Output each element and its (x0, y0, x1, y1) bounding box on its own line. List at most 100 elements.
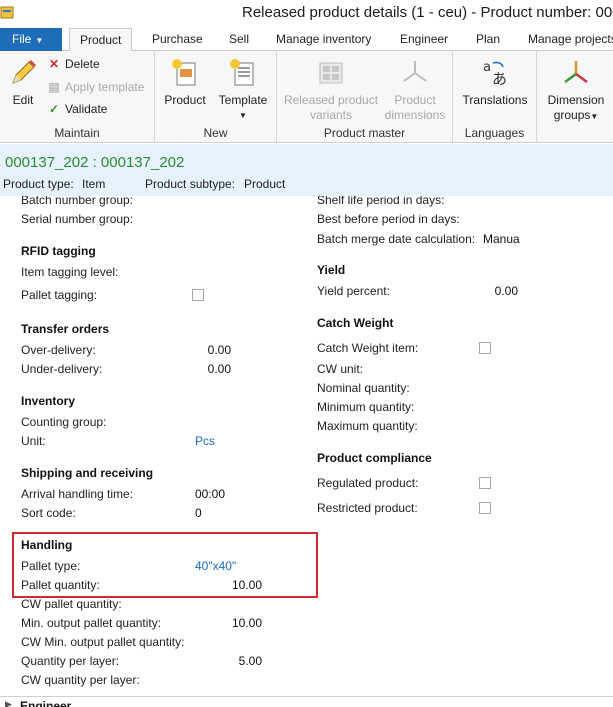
over-delivery-label: Over-delivery: (21, 343, 96, 357)
cw-quantity-per-layer-label: CW quantity per layer: (21, 673, 140, 687)
section-divider (0, 696, 613, 697)
best-before-label: Best before period in days: (317, 212, 460, 226)
regulated-product-checkbox[interactable] (479, 477, 491, 489)
window-title: Released product details (1 - ceu) - Pro… (242, 4, 613, 21)
arrival-handling-time-value[interactable]: 00:00 (195, 487, 225, 501)
tab-plan[interactable]: Plan (476, 28, 500, 51)
batch-merge-date-label: Batch merge date calculation: (317, 232, 476, 246)
tab-manage-inventory[interactable]: Manage inventory (276, 28, 371, 51)
cw-pallet-quantity-label: CW pallet quantity: (21, 597, 122, 611)
section-engineer-header[interactable]: Engineer (20, 699, 71, 707)
product-type-label: Product type: (3, 177, 74, 191)
edit-button[interactable]: Edit (4, 57, 42, 108)
checkmark-icon: ✓ (48, 102, 60, 116)
variants-grid-icon (319, 62, 343, 84)
quantity-per-layer-label: Quantity per layer: (21, 654, 120, 668)
tab-sell[interactable]: Sell (229, 28, 249, 51)
group-maintain: Edit ✕ Delete ▤ Apply template ✓ Validate M… (0, 51, 155, 143)
group-label-new: New (203, 126, 228, 140)
template-doc-icon: ▤ (48, 80, 60, 94)
file-menu-tab[interactable]: File ▼ (0, 28, 62, 51)
min-output-pallet-quantity-label: Min. output pallet quantity: (21, 616, 162, 630)
restricted-product-label: Restricted product: (317, 501, 418, 515)
product-dimensions-label-2: dimensions (384, 108, 446, 122)
product-dimensions-button[interactable]: Product dimensions (381, 57, 449, 123)
unit-label: Unit: (21, 434, 46, 448)
dimensions-axis-icon (403, 61, 427, 82)
svg-text:a: a (483, 60, 491, 75)
serial-number-group-label: Serial number group: (21, 212, 134, 226)
product-type-value: Item (82, 177, 106, 191)
validate-button[interactable]: ✓ Validate (47, 102, 108, 116)
group-product-master: Released product variants Product dimens… (277, 51, 453, 143)
batch-number-group-label: Batch number group: (21, 196, 134, 207)
group-label-languages: Languages (464, 126, 525, 140)
pallet-tagging-label: Pallet tagging: (21, 288, 98, 302)
group-label-maintain: Maintain (54, 126, 100, 140)
yield-percent-value[interactable]: 0.00 (470, 284, 518, 298)
restricted-product-checkbox[interactable] (479, 502, 491, 514)
dimension-groups-button[interactable]: Dimension groups▼ (541, 57, 611, 124)
released-variants-button[interactable]: Released product variants (281, 57, 381, 123)
tab-engineer[interactable]: Engineer (400, 28, 448, 51)
sort-code-value[interactable]: 0 (195, 506, 202, 520)
form-content: Batch number group: Serial number group:… (0, 196, 613, 707)
unit-value-link[interactable]: Pcs (195, 434, 215, 448)
maximum-quantity-label: Maximum quantity: (317, 419, 418, 433)
section-shipping-receiving: Shipping and receiving (21, 466, 154, 480)
shelf-life-label: Shelf life period in days: (317, 196, 445, 207)
under-delivery-value[interactable]: 0.00 (180, 362, 231, 376)
delete-x-icon: ✕ (48, 57, 60, 71)
section-transfer-orders: Transfer orders (21, 322, 110, 336)
handling-highlight-box (12, 532, 318, 598)
regulated-product-label: Regulated product: (317, 476, 419, 490)
new-template-label: Template (218, 93, 268, 107)
batch-merge-date-value[interactable]: Manua (483, 232, 520, 246)
apply-template-button[interactable]: ▤ Apply template (47, 80, 144, 94)
translations-button[interactable]: a あ Translations (457, 57, 533, 108)
new-product-label: Product (164, 93, 206, 107)
catch-weight-item-checkbox[interactable] (479, 342, 491, 354)
cw-unit-label: CW unit: (317, 362, 364, 376)
new-template-button[interactable]: Template ▼ (215, 57, 271, 123)
cw-min-output-pallet-quantity-label: CW Min. output pallet quantity: (21, 635, 185, 649)
delete-button[interactable]: ✕ Delete (47, 57, 100, 71)
tab-product[interactable]: Product (69, 28, 133, 52)
arrival-handling-time-label: Arrival handling time: (21, 487, 134, 501)
title-bar: Released product details (1 - ceu) - Pro… (0, 0, 613, 28)
svg-text:あ: あ (492, 70, 507, 88)
section-catch-weight: Catch Weight (317, 316, 394, 330)
product-subtype-value: Product (244, 177, 286, 191)
section-yield: Yield (317, 263, 346, 277)
nominal-quantity-label: Nominal quantity: (317, 381, 410, 395)
group-new: Product Template ▼ New (155, 51, 277, 143)
expand-arrow-icon[interactable]: ▶ (5, 699, 12, 707)
tab-manage-projects[interactable]: Manage projects (528, 28, 613, 51)
file-tab-label: File (12, 32, 32, 46)
product-dimensions-label-1: Product (394, 93, 436, 107)
quantity-per-layer-value[interactable]: 5.00 (210, 654, 262, 668)
delete-label: Delete (65, 57, 100, 71)
chevron-down-icon: ▼ (239, 111, 247, 120)
record-header: 000137_202 : 000137_202 Product type: It… (0, 144, 613, 196)
new-product-button[interactable]: Product (161, 57, 209, 108)
ribbon-tabs: File ▼ Product Purchase Sell Manage inven… (0, 28, 613, 52)
pallet-tagging-checkbox[interactable] (192, 289, 204, 301)
chevron-down-icon: ▼ (590, 112, 599, 121)
tab-purchase[interactable]: Purchase (152, 28, 203, 51)
min-output-pallet-quantity-value[interactable]: 10.00 (210, 616, 262, 630)
group-languages: a あ Translations Languages (453, 51, 537, 143)
released-variants-label-2: variants (309, 108, 353, 122)
section-inventory: Inventory (21, 394, 76, 408)
chevron-down-icon: ▼ (35, 36, 44, 45)
dimension-groups-label-2-text: groups (553, 108, 591, 122)
over-delivery-value[interactable]: 0.00 (180, 343, 231, 357)
item-tagging-level-label: Item tagging level: (21, 265, 119, 279)
counting-group-label: Counting group: (21, 415, 107, 429)
record-title: 000137_202 : 000137_202 (5, 154, 185, 171)
edit-label: Edit (12, 93, 34, 107)
group-label-product-master: Product master (323, 126, 406, 140)
translation-icon: a あ (483, 60, 507, 88)
dimension-groups-icon (564, 61, 588, 84)
group-dimension: Dimension groups▼ (537, 51, 613, 143)
